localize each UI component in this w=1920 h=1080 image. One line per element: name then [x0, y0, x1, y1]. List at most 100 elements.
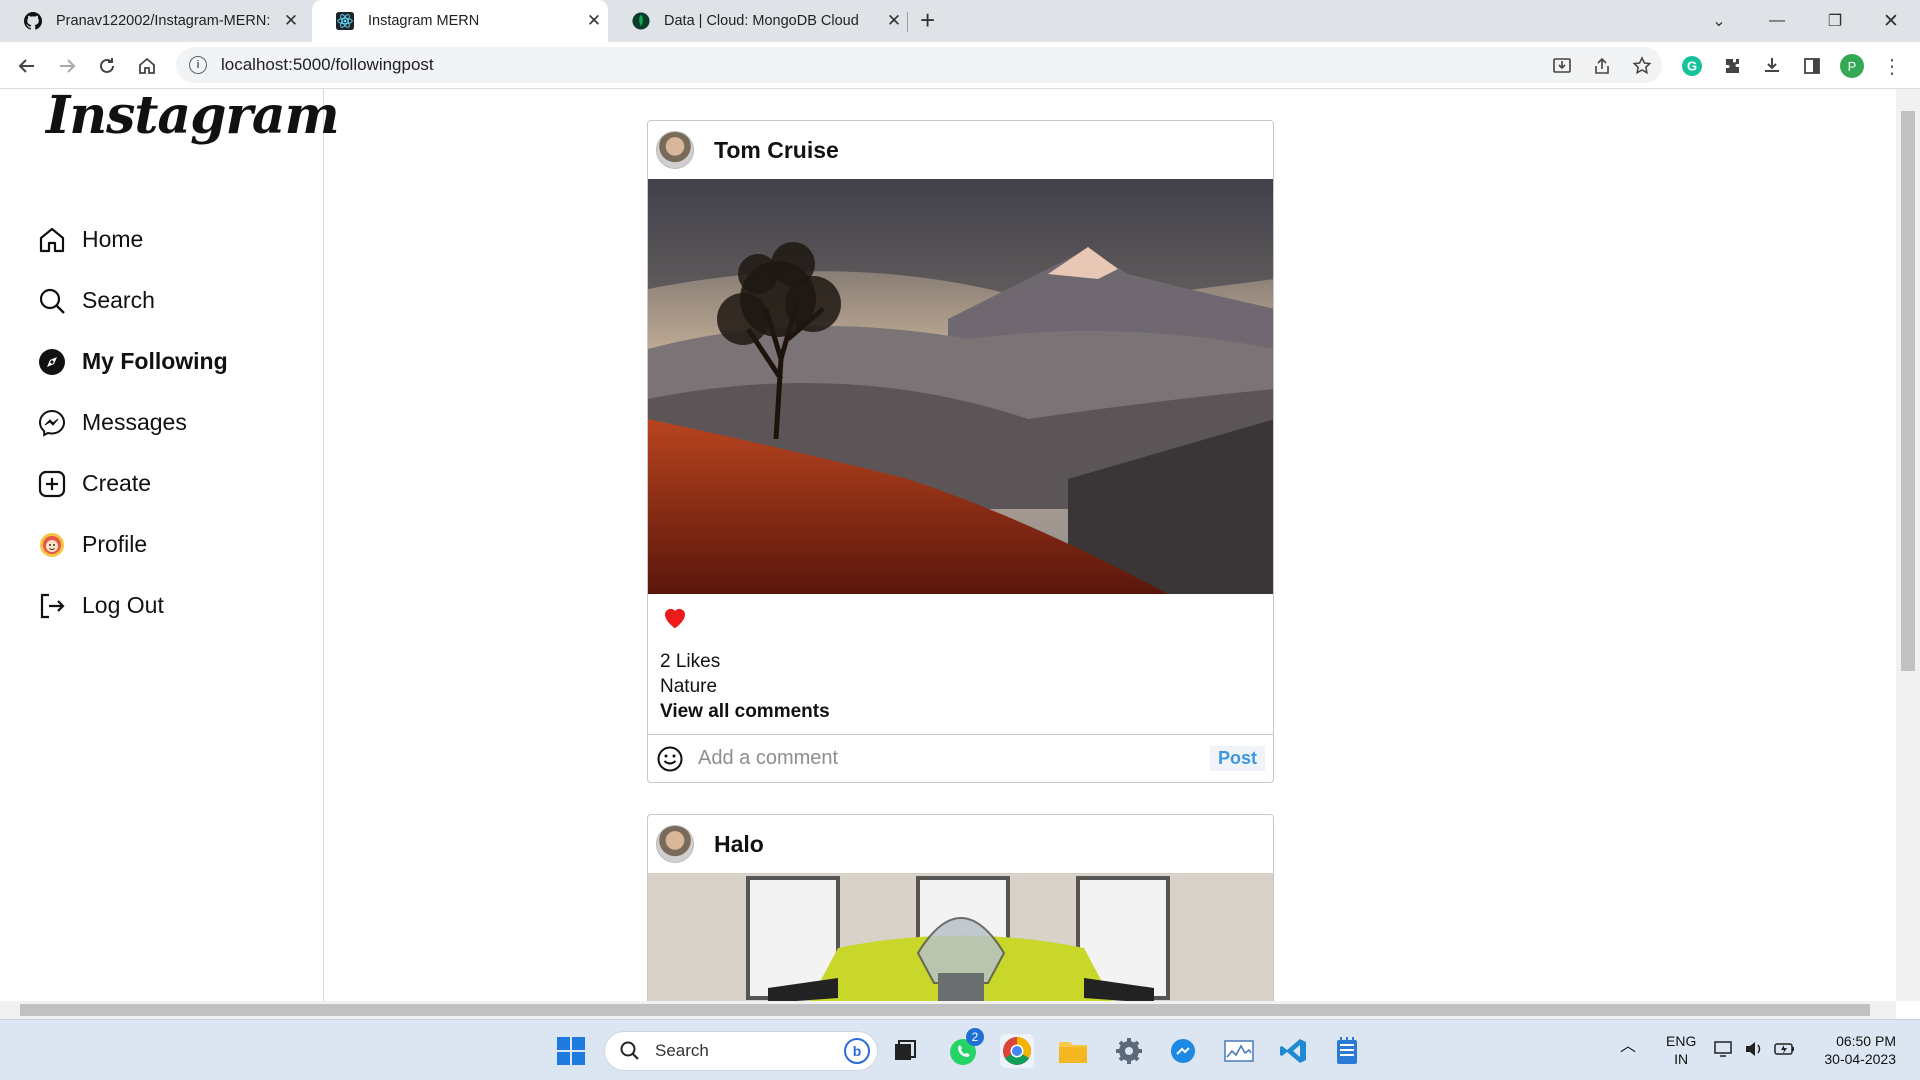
- taskbar-search[interactable]: Search b: [604, 1031, 878, 1071]
- emoji-smile-icon[interactable]: [656, 745, 684, 773]
- liked-heart-icon[interactable]: [660, 602, 690, 632]
- forward-icon[interactable]: [53, 52, 81, 80]
- close-tab-icon[interactable]: ✕: [580, 11, 608, 31]
- horizontal-scroll-thumb[interactable]: [20, 1004, 1870, 1016]
- react-icon: [336, 12, 354, 30]
- close-window-icon[interactable]: ✕: [1862, 0, 1920, 42]
- vertical-scrollbar[interactable]: [1896, 89, 1920, 1001]
- tab-title: Pranav122002/Instagram-MERN:: [56, 13, 271, 29]
- back-icon[interactable]: [13, 52, 41, 80]
- chrome-icon[interactable]: [1000, 1034, 1034, 1068]
- extensions-puzzle-icon[interactable]: [1720, 54, 1744, 78]
- tray-overflow-chevron-icon[interactable]: ︿: [1620, 1038, 1636, 1056]
- tab-github[interactable]: Pranav122002/Instagram-MERN: ✕: [0, 0, 305, 42]
- clock[interactable]: 06:50 PM 30-04-2023: [1812, 1032, 1896, 1068]
- logout-icon: [36, 590, 68, 622]
- page-viewport: Instagram Home Search My Following Messa…: [0, 89, 1896, 1001]
- vertical-scroll-thumb[interactable]: [1901, 111, 1915, 671]
- post-header: Tom Cruise: [648, 121, 1273, 179]
- plus-square-icon: [36, 468, 68, 500]
- file-explorer-icon[interactable]: [1056, 1034, 1090, 1068]
- task-view-icon[interactable]: [888, 1034, 922, 1068]
- comment-input[interactable]: [698, 747, 1210, 770]
- tab-search-chevron-icon[interactable]: ⌄: [1690, 0, 1748, 42]
- region-code: IN: [1674, 1051, 1689, 1067]
- settings-gear-icon[interactable]: [1112, 1034, 1146, 1068]
- whatsapp-badge: 2: [966, 1028, 984, 1046]
- language-indicator[interactable]: ENG IN: [1666, 1032, 1696, 1068]
- post-header: Halo: [648, 815, 1273, 873]
- network-icon[interactable]: [1714, 1040, 1734, 1062]
- reload-icon[interactable]: [93, 52, 121, 80]
- close-tab-icon[interactable]: ✕: [277, 11, 305, 31]
- sidebar-item-home[interactable]: Home: [36, 209, 228, 270]
- search-icon: [620, 1041, 639, 1060]
- tab-instagram[interactable]: Instagram MERN ✕: [312, 0, 608, 42]
- sidebar-item-label: Home: [82, 226, 144, 252]
- sidebar-item-label: Messages: [82, 409, 187, 435]
- home-browser-icon[interactable]: [133, 52, 161, 80]
- post-author-avatar[interactable]: [656, 131, 694, 169]
- minimize-icon[interactable]: —: [1748, 0, 1806, 42]
- address-url[interactable]: localhost:5000/followingpost: [221, 55, 434, 75]
- site-info-icon[interactable]: i: [189, 56, 207, 74]
- side-panel-icon[interactable]: [1800, 54, 1824, 78]
- svg-text:G: G: [1687, 59, 1697, 74]
- volume-icon[interactable]: [1744, 1040, 1764, 1062]
- post-image-motorcycle[interactable]: [648, 873, 1274, 1001]
- svg-text:P: P: [1848, 59, 1857, 74]
- post-card: Halo: [647, 814, 1274, 1001]
- notepad-icon[interactable]: [1330, 1034, 1364, 1068]
- post-username[interactable]: Tom Cruise: [714, 137, 839, 164]
- sidebar-item-my-following[interactable]: My Following: [36, 331, 228, 392]
- sidebar-item-search[interactable]: Search: [36, 270, 228, 331]
- restore-icon[interactable]: ❐: [1806, 0, 1864, 42]
- likes-count: 2 Likes: [660, 651, 721, 672]
- browser-tab-bar: Pranav122002/Instagram-MERN: ✕ Instagram…: [0, 0, 1920, 42]
- downloads-icon[interactable]: [1760, 54, 1784, 78]
- grammarly-icon[interactable]: G: [1680, 54, 1704, 78]
- instagram-logo[interactable]: Instagram: [46, 89, 340, 146]
- svg-text:b: b: [853, 1043, 862, 1059]
- vscode-icon[interactable]: [1276, 1034, 1310, 1068]
- post-image-mountain-tree[interactable]: [648, 179, 1274, 594]
- horizontal-scrollbar[interactable]: [0, 1001, 1896, 1019]
- sidebar-item-messages[interactable]: Messages: [36, 392, 228, 453]
- add-comment-row: Post: [648, 734, 1273, 782]
- language-code: ENG: [1666, 1033, 1697, 1049]
- bing-icon[interactable]: b: [843, 1037, 871, 1065]
- post-card: Tom Cruise 2 Likes Nature View all comme…: [647, 120, 1274, 783]
- tab-title: Data | Cloud: MongoDB Cloud: [664, 13, 859, 29]
- bookmark-star-icon[interactable]: [1630, 54, 1654, 78]
- battery-charging-icon[interactable]: [1774, 1040, 1796, 1062]
- post-body: 2 Likes Nature View all comments: [648, 594, 1273, 734]
- tab-mongodb[interactable]: Data | Cloud: MongoDB Cloud ✕: [608, 0, 908, 42]
- sidebar-item-label: Create: [82, 470, 152, 496]
- windows-taskbar: Search b 2 ︿ ENG IN 06:50 PM 30-04-2023: [0, 1019, 1920, 1080]
- sidebar-item-create[interactable]: Create: [36, 453, 228, 514]
- messaging-app-icon[interactable]: [1166, 1034, 1200, 1068]
- share-icon[interactable]: [1590, 54, 1614, 78]
- install-app-icon[interactable]: [1550, 54, 1574, 78]
- view-all-comments-link[interactable]: View all comments: [660, 699, 1261, 724]
- new-tab-icon[interactable]: +: [920, 5, 935, 36]
- whatsapp-icon[interactable]: 2: [946, 1028, 984, 1068]
- windows-start-icon[interactable]: [554, 1034, 588, 1068]
- sidebar-item-logout[interactable]: Log Out: [36, 575, 228, 636]
- sidebar-item-label: Profile: [82, 531, 148, 557]
- sidebar-item-label: Log Out: [82, 592, 164, 618]
- close-tab-icon[interactable]: ✕: [880, 11, 908, 31]
- performance-monitor-icon[interactable]: [1222, 1034, 1256, 1068]
- address-bar[interactable]: i localhost:5000/followingpost: [176, 47, 1662, 83]
- post-username[interactable]: Halo: [714, 831, 764, 858]
- browser-menu-icon[interactable]: ⋮: [1880, 54, 1904, 78]
- profile-avatar[interactable]: P: [1840, 54, 1864, 78]
- sidebar-item-profile[interactable]: Profile: [36, 514, 228, 575]
- post-author-avatar[interactable]: [656, 825, 694, 863]
- home-icon: [36, 224, 68, 256]
- post-comment-button[interactable]: Post: [1209, 746, 1265, 771]
- search-icon: [36, 285, 68, 317]
- tab-title: Instagram MERN: [368, 13, 480, 29]
- sidebar-item-label: Search: [82, 287, 155, 313]
- taskbar-search-label: Search: [655, 1041, 709, 1060]
